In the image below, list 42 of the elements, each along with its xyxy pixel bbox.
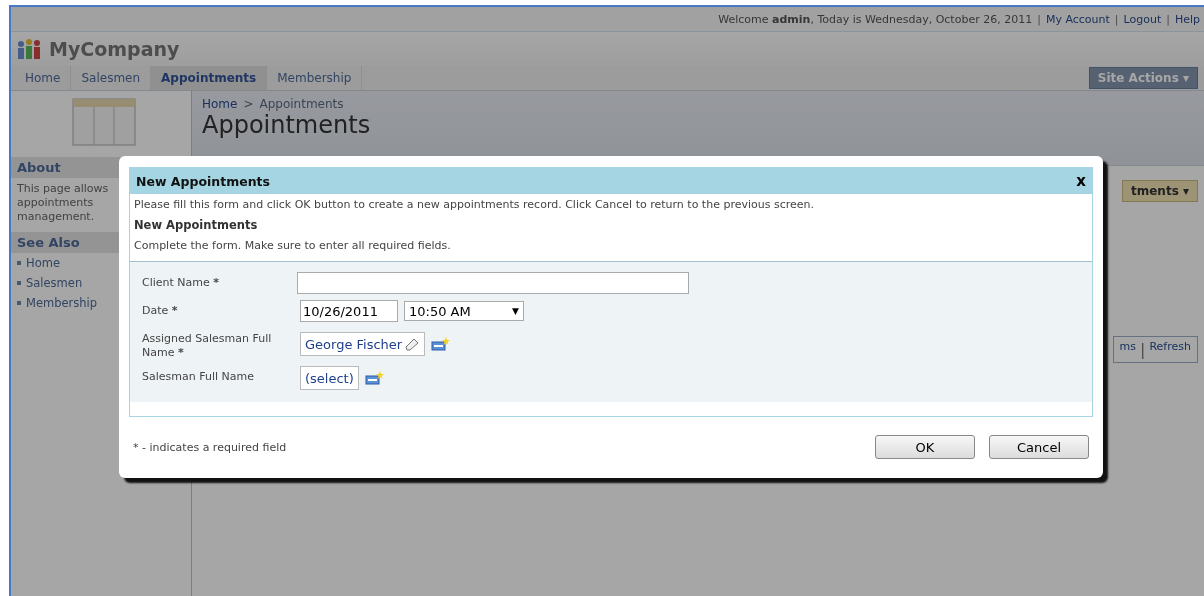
field-label: Date *: [142, 303, 179, 319]
nav-tab[interactable]: Appointments: [151, 66, 268, 90]
breadcrumb-link[interactable]: Home: [202, 97, 238, 111]
field-label: Assigned Salesman Full Name *: [142, 331, 273, 360]
sidebar-link[interactable]: Home: [17, 256, 185, 270]
toolbar-link[interactable]: ms: [1119, 340, 1137, 359]
section-title: New Appointments: [134, 218, 259, 232]
close-button[interactable]: x: [1076, 172, 1086, 190]
client-name-field[interactable]: [297, 272, 689, 294]
header-link[interactable]: Logout: [1123, 12, 1162, 26]
header-link[interactable]: My Account: [1045, 12, 1110, 26]
page-title: Appointments: [202, 111, 372, 139]
link-separator: |: [1037, 12, 1041, 26]
actions-menu-button[interactable]: tments ▾: [1121, 180, 1198, 202]
logo-text: MyCompany: [49, 38, 180, 60]
instructions-text: Please fill this form and click OK button to create a new appointments record. Click Cancel to return to the previous screen.: [134, 198, 815, 211]
field-label: Client Name *: [142, 275, 221, 291]
breadcrumb-separator: >: [243, 97, 254, 111]
lookup-link[interactable]: (select): [300, 366, 359, 390]
new-record-icon[interactable]: [431, 336, 452, 352]
breadcrumb-current: Appointments: [259, 97, 344, 111]
new-record-icon[interactable]: [364, 370, 385, 386]
field-label: Salesman Full Name: [142, 369, 255, 385]
required-note: * - indicates a required field: [133, 440, 287, 454]
welcome-text: Welcome admin, Today is Wednesday, October 26, 2011: [718, 12, 1033, 26]
table-illustration-icon: [71, 97, 137, 149]
lookup-link[interactable]: George Fischer: [300, 332, 426, 356]
site-actions-button[interactable]: Site Actions ▾: [1088, 67, 1198, 89]
toolbar-link[interactable]: Refresh: [1149, 340, 1191, 359]
time-dropdown[interactable]: 10:50 AM ▼: [404, 301, 524, 321]
people-logo-icon: [15, 37, 43, 61]
nav-tab[interactable]: Membership: [267, 66, 363, 90]
dialog-button[interactable]: OK: [875, 435, 975, 459]
date-field[interactable]: 10/26/2011: [300, 300, 398, 322]
dialog-button[interactable]: Cancel: [989, 435, 1089, 459]
eraser-icon[interactable]: [404, 337, 421, 351]
link-separator: |: [1140, 340, 1146, 359]
link-separator: |: [1114, 12, 1119, 26]
nav-tab[interactable]: Home: [15, 66, 72, 90]
about-text: This page allows appointments management.: [17, 182, 110, 224]
link-separator: |: [1166, 12, 1170, 26]
header-link[interactable]: Help: [1174, 12, 1200, 26]
